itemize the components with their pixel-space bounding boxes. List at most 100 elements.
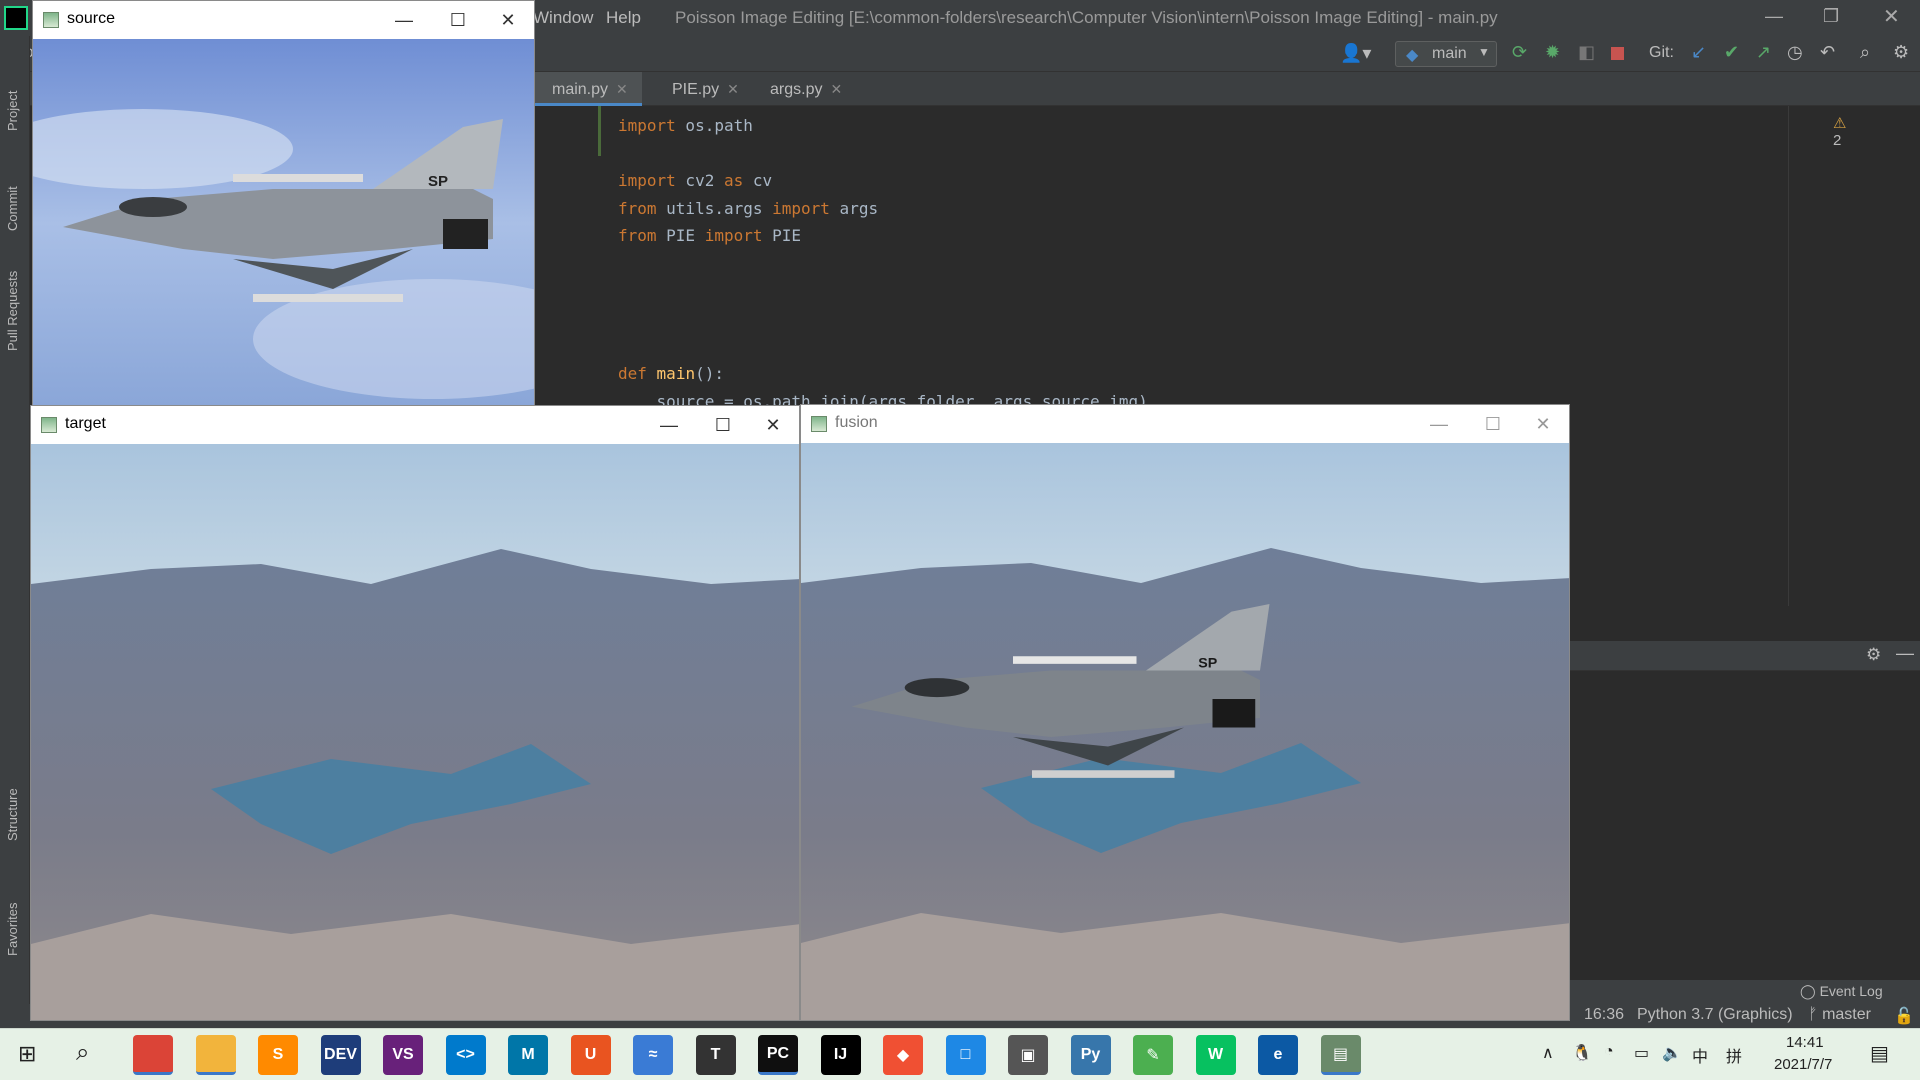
- warnings-count[interactable]: ⚠ 2: [1833, 114, 1846, 149]
- gear-icon[interactable]: ⚙: [1893, 42, 1909, 63]
- code-line[interactable]: from utils.args import args: [618, 199, 878, 218]
- windows-start-icon[interactable]: ⊞: [18, 1041, 36, 1067]
- lock-icon[interactable]: 🔓: [1894, 1006, 1914, 1026]
- wifi-icon[interactable]: ◔: [1604, 1043, 1614, 1061]
- close-button[interactable]: ✕: [1521, 409, 1565, 439]
- source-title-bar[interactable]: source — ☐ ✕: [33, 1, 534, 39]
- wechat-icon[interactable]: W: [1195, 1035, 1236, 1075]
- code-token: from: [618, 198, 657, 218]
- pull-requests-tool-tab[interactable]: Pull Requests: [5, 271, 20, 351]
- devcpp-icon[interactable]: DEV: [320, 1035, 361, 1075]
- caret-position[interactable]: 16:36: [1584, 1006, 1624, 1024]
- rerun-icon[interactable]: ⟳: [1512, 42, 1527, 63]
- search-icon[interactable]: ⌕: [1860, 42, 1870, 63]
- minimize-button[interactable]: —: [1765, 6, 1783, 27]
- volume-icon[interactable]: 🔈: [1662, 1043, 1682, 1063]
- qq-icon[interactable]: 🐧: [1572, 1043, 1592, 1063]
- intellij-icon[interactable]: IJ: [820, 1035, 861, 1075]
- vcs-change-marker: [598, 106, 601, 156]
- code-token: def: [618, 364, 647, 384]
- opencv-window-icon: [41, 417, 57, 433]
- tab-main-py[interactable]: main.py ✕: [530, 72, 642, 106]
- structure-tool-tab[interactable]: Structure: [5, 788, 20, 841]
- project-tool-tab[interactable]: Project: [5, 91, 20, 131]
- favorites-tool-tab[interactable]: Favorites: [5, 903, 20, 956]
- target-window: target — ☐ ✕: [30, 405, 800, 1021]
- restore-button[interactable]: ❐: [1823, 6, 1839, 27]
- clock-date[interactable]: 2021/7/7: [1774, 1056, 1832, 1073]
- maximize-button[interactable]: ☐: [436, 5, 480, 35]
- opencv-window-icon[interactable]: ▤: [1320, 1035, 1361, 1075]
- gear-icon[interactable]: ⚙: [1866, 645, 1881, 665]
- app-icon-3[interactable]: ▣: [1008, 1035, 1048, 1075]
- vscode-icon[interactable]: <>: [445, 1035, 486, 1075]
- sublime-icon[interactable]: S: [258, 1035, 298, 1075]
- ime-indicator[interactable]: 中: [1692, 1043, 1708, 1067]
- fusion-title-bar[interactable]: fusion — ☐ ✕: [801, 405, 1569, 443]
- code-line[interactable]: import os.path: [618, 116, 753, 135]
- typora-icon[interactable]: T: [695, 1035, 736, 1075]
- python-icon: ◆: [1406, 47, 1419, 64]
- git-commit-icon[interactable]: ✔: [1724, 42, 1739, 63]
- edge-icon[interactable]: e: [1258, 1035, 1298, 1075]
- git-icon[interactable]: ◆: [883, 1035, 923, 1075]
- fusion-image: SP: [801, 443, 1569, 1020]
- interpreter-label[interactable]: Python 3.7 (Graphics): [1637, 1006, 1793, 1024]
- code-token: PIE: [656, 226, 705, 246]
- git-update-icon[interactable]: ↙: [1691, 42, 1706, 63]
- clock-time[interactable]: 14:41: [1786, 1034, 1824, 1051]
- close-icon[interactable]: ✕: [616, 81, 628, 97]
- file-explorer-icon[interactable]: [195, 1035, 236, 1075]
- minimize-button[interactable]: —: [1417, 409, 1461, 439]
- close-button[interactable]: ✕: [486, 5, 530, 35]
- code-line[interactable]: def main():: [618, 364, 724, 383]
- notifications-icon[interactable]: ▤: [1870, 1041, 1889, 1066]
- app-icon[interactable]: ≈: [633, 1035, 673, 1075]
- chrome-icon[interactable]: [133, 1035, 173, 1075]
- visual-studio-icon[interactable]: VS: [383, 1035, 423, 1075]
- event-log-button[interactable]: ◯ Event Log: [1800, 983, 1883, 1000]
- battery-icon[interactable]: ▭: [1634, 1043, 1649, 1063]
- rollback-icon[interactable]: ↶: [1820, 42, 1835, 63]
- maximize-button[interactable]: ☐: [701, 410, 745, 440]
- ime-mode-indicator[interactable]: 拼: [1726, 1043, 1742, 1067]
- close-button[interactable]: ✕: [1883, 4, 1900, 29]
- tab-label: main.py: [552, 81, 609, 98]
- app-icon-2[interactable]: □: [945, 1035, 986, 1075]
- code-token: args: [829, 198, 879, 218]
- maximize-button[interactable]: ☐: [1471, 409, 1515, 439]
- menu-help[interactable]: Help: [606, 8, 641, 28]
- minimize-button[interactable]: —: [382, 5, 426, 35]
- user-icon[interactable]: 👤▾: [1340, 43, 1371, 64]
- tab-args-py[interactable]: args.py ✕: [748, 72, 858, 106]
- search-icon[interactable]: ⌕: [76, 1039, 89, 1067]
- ubuntu-icon[interactable]: U: [570, 1035, 611, 1075]
- code-line[interactable]: from PIE import PIE: [618, 226, 801, 245]
- history-icon[interactable]: ◷: [1787, 42, 1803, 63]
- target-title-bar[interactable]: target — ☐ ✕: [31, 406, 799, 444]
- app-icon-4[interactable]: ✎: [1133, 1035, 1173, 1075]
- tab-pie-py[interactable]: PIE.py ✕: [650, 72, 750, 106]
- minimize-button[interactable]: —: [647, 410, 691, 440]
- code-token: import: [772, 198, 830, 218]
- close-button[interactable]: ✕: [751, 410, 795, 440]
- pycharm-icon[interactable]: PC: [758, 1035, 798, 1075]
- run-config-selector[interactable]: ◆ main ▼: [1395, 41, 1497, 67]
- windows-taskbar: ⊞ ⌕ S DEV VS <> M U ≈ T PC IJ ◆ □ ▣ Py ✎ We ▤ ∧ 🐧 ◔ ▭ 🔈 …: [0, 1028, 1920, 1080]
- code-token: PIE: [762, 226, 802, 246]
- debug-icon[interactable]: ✹: [1545, 42, 1560, 63]
- matlab-icon[interactable]: M: [508, 1035, 548, 1075]
- close-icon[interactable]: ✕: [727, 81, 739, 97]
- code-line[interactable]: import cv2 as cv: [618, 171, 772, 190]
- git-push-icon[interactable]: ↗: [1756, 42, 1771, 63]
- close-icon[interactable]: ✕: [830, 81, 842, 97]
- python-icon[interactable]: Py: [1070, 1035, 1111, 1075]
- chevron-up-icon[interactable]: ∧: [1542, 1043, 1554, 1063]
- menu-window[interactable]: Window: [533, 8, 593, 28]
- hide-icon[interactable]: —: [1896, 643, 1914, 664]
- commit-tool-tab[interactable]: Commit: [5, 186, 20, 231]
- vcs-branch[interactable]: ᚠ master: [1808, 1006, 1871, 1024]
- stop-icon[interactable]: [1611, 47, 1624, 60]
- coverage-icon[interactable]: ◧: [1578, 42, 1595, 63]
